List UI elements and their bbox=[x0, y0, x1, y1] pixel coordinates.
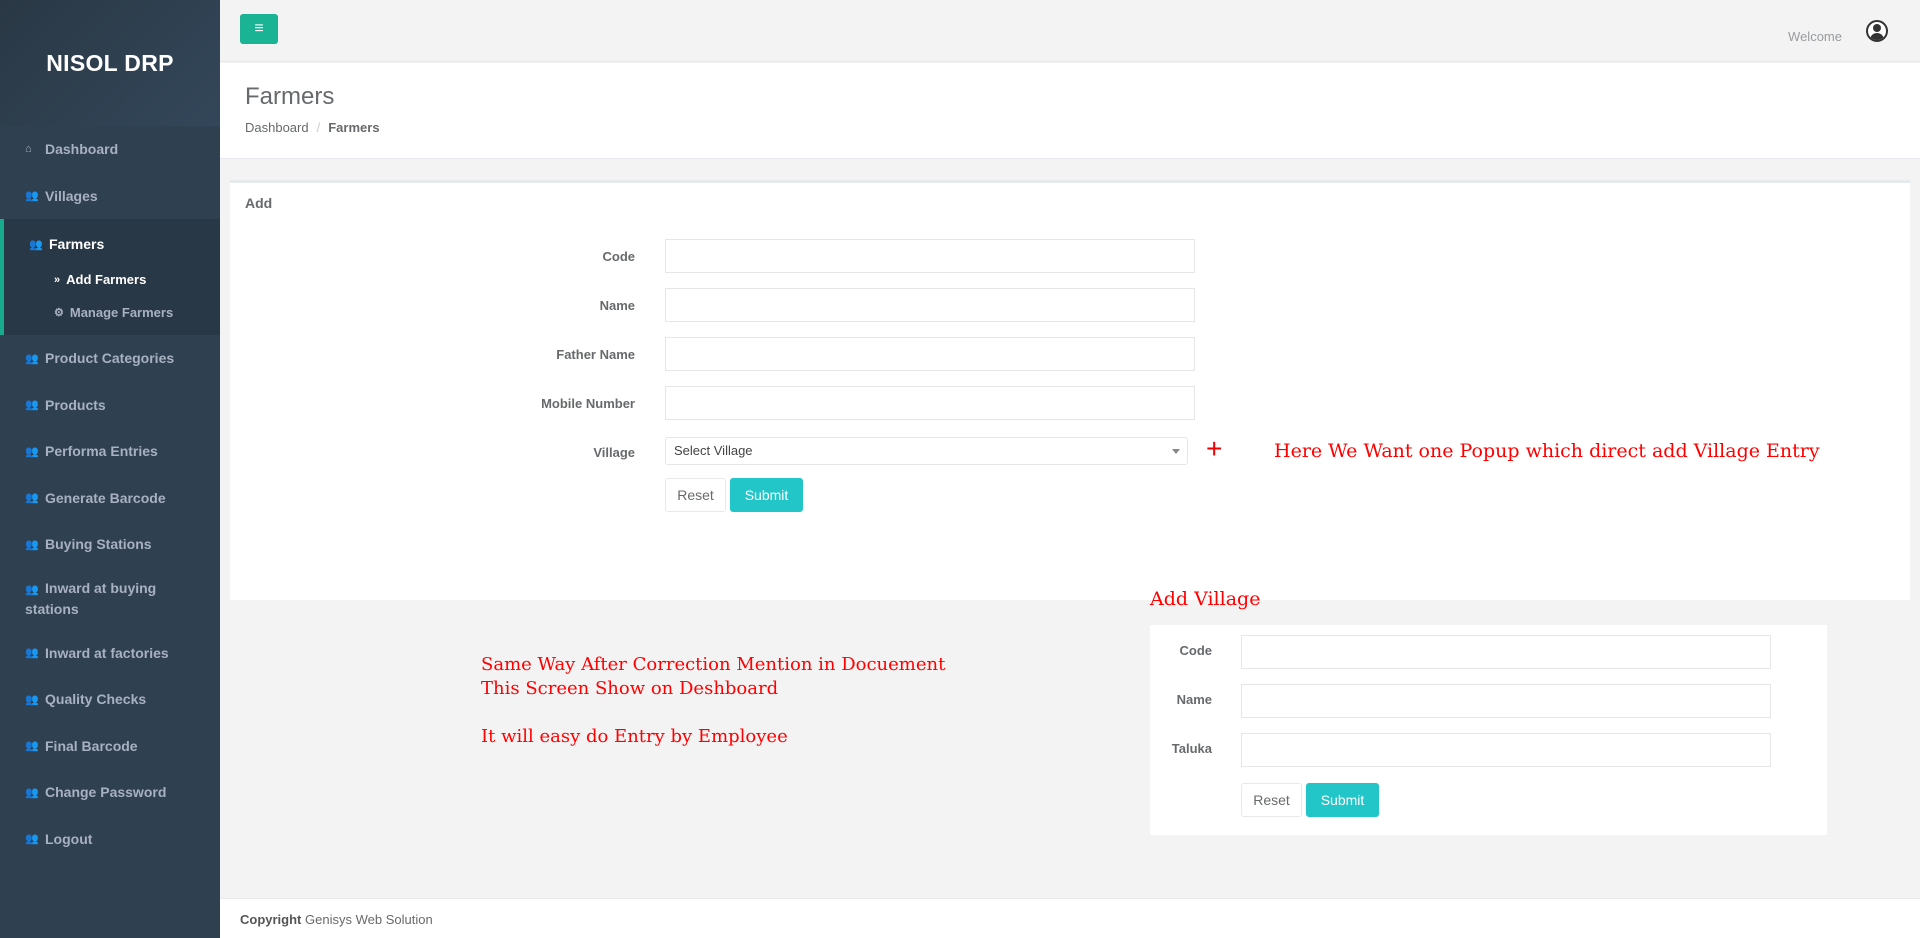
breadcrumb-home-link[interactable]: Dashboard bbox=[245, 120, 309, 135]
mobile-number-input[interactable] bbox=[665, 386, 1195, 420]
add-farmer-panel: Add Code Name Father Name Mobile Number … bbox=[230, 180, 1910, 600]
annotation-line-1: Same Way After Correction Mention in Doc… bbox=[481, 654, 946, 675]
sidebar-nav: ⌂ Dashboard 👥 Villages 👥 Farmers » Add F… bbox=[0, 126, 220, 862]
sidebar-item-buying-stations[interactable]: 👥 Buying Stations bbox=[0, 521, 220, 568]
sidebar-item-label: Dashboard bbox=[45, 141, 119, 158]
sidebar-item-farmers[interactable]: 👥 Farmers bbox=[4, 225, 220, 263]
footer: Copyright Genisys Web Solution bbox=[220, 898, 1920, 938]
mobile-number-label: Mobile Number bbox=[541, 396, 635, 411]
village-select[interactable]: Select Village bbox=[665, 437, 1188, 465]
sidebar-item-label: Final Barcode bbox=[45, 737, 138, 754]
father-name-input[interactable] bbox=[665, 337, 1195, 371]
users-icon: 👥 bbox=[29, 238, 43, 251]
code-input[interactable] bbox=[665, 239, 1195, 273]
user-circle-icon[interactable] bbox=[1866, 20, 1888, 42]
sidebar-item-inward-factories[interactable]: 👥 Inward at factories bbox=[0, 630, 220, 677]
sidebar-subitem-label: Add Farmers bbox=[66, 272, 147, 287]
sidebar-item-villages[interactable]: 👥 Villages bbox=[0, 173, 220, 220]
page-title: Farmers bbox=[245, 83, 335, 110]
submit-button[interactable]: Submit bbox=[730, 478, 803, 512]
father-name-label: Father Name bbox=[556, 347, 635, 362]
popup-request-note: Here We Want one Popup which direct add … bbox=[1274, 440, 1820, 462]
sidebar-item-change-password[interactable]: 👥 Change Password bbox=[0, 769, 220, 816]
panel-title: Add bbox=[245, 195, 273, 211]
sidebar-item-label-with-icon: 👥 Inward at buying stations bbox=[25, 579, 175, 619]
sidebar-item-logout[interactable]: 👥 Logout bbox=[0, 816, 220, 863]
village-code-input[interactable] bbox=[1241, 635, 1771, 669]
sidebar-item-label: Quality Checks bbox=[45, 691, 147, 708]
village-submit-button[interactable]: Submit bbox=[1306, 783, 1379, 817]
breadcrumb: Dashboard / Farmers bbox=[245, 120, 380, 135]
sidebar-item-label: Generate Barcode bbox=[45, 489, 166, 506]
reset-button[interactable]: Reset bbox=[665, 478, 726, 512]
users-icon: 👥 bbox=[25, 190, 39, 203]
copyright-label: Copyright bbox=[240, 912, 302, 927]
sidebar-item-label: Inward at buying stations bbox=[25, 579, 157, 617]
page-heading: Farmers Dashboard / Farmers bbox=[220, 63, 1920, 159]
users-icon: 👥 bbox=[25, 833, 39, 846]
sidebar-item-label: Farmers bbox=[49, 236, 105, 252]
users-icon: 👥 bbox=[25, 693, 39, 706]
sidebar-item-label: Villages bbox=[45, 187, 98, 204]
users-icon: 👥 bbox=[25, 538, 39, 551]
sidebar-item-dashboard[interactable]: ⌂ Dashboard bbox=[0, 126, 220, 173]
sidebar-item-label: Buying Stations bbox=[45, 536, 152, 553]
sidebar-subitem-manage-farmers[interactable]: ⚙ Manage Farmers bbox=[4, 296, 220, 329]
users-icon: 👥 bbox=[25, 740, 39, 753]
add-village-plus-icon[interactable]: + bbox=[1206, 435, 1222, 463]
users-icon: 👥 bbox=[25, 352, 39, 365]
sidebar-item-label: Change Password bbox=[45, 784, 167, 801]
home-icon: ⌂ bbox=[25, 143, 32, 156]
sidebar-item-generate-barcode[interactable]: 👥 Generate Barcode bbox=[0, 475, 220, 522]
sidebar-item-label: Logout bbox=[45, 830, 93, 847]
sidebar-item-label: Product Categories bbox=[45, 350, 175, 367]
annotation-line-3: It will easy do Entry by Employee bbox=[481, 726, 788, 747]
hamburger-icon: ≡ bbox=[254, 20, 264, 37]
chevron-down-icon bbox=[1172, 449, 1180, 454]
sidebar-item-inward-buying-stations[interactable]: 👥 Inward at buying stations bbox=[0, 568, 220, 630]
add-village-title: Add Village bbox=[1150, 588, 1261, 610]
name-input[interactable] bbox=[665, 288, 1195, 322]
sidebar-item-performa-entries[interactable]: 👥 Performa Entries bbox=[0, 428, 220, 475]
annotation-line-2: This Screen Show on Deshboard bbox=[481, 678, 779, 699]
sidebar-item-label: Inward at factories bbox=[45, 644, 169, 661]
sidebar-item-label: Performa Entries bbox=[45, 443, 158, 460]
users-icon: 👥 bbox=[25, 647, 39, 660]
double-chevron-right-icon: » bbox=[54, 273, 61, 286]
village-code-label: Code bbox=[1179, 643, 1213, 658]
name-label: Name bbox=[599, 298, 635, 313]
sidebar-subitem-label: Manage Farmers bbox=[69, 305, 174, 320]
sidebar-item-product-categories[interactable]: 👥 Product Categories bbox=[0, 335, 220, 382]
village-name-input[interactable] bbox=[1241, 684, 1771, 718]
sidebar-item-products[interactable]: 👥 Products bbox=[0, 382, 220, 429]
users-icon: 👥 bbox=[25, 583, 39, 596]
users-icon: 👥 bbox=[25, 445, 39, 458]
code-label: Code bbox=[602, 249, 636, 264]
brand-logo-text: NISOL DRP bbox=[46, 49, 174, 76]
welcome-text: Welcome bbox=[1788, 29, 1842, 44]
gear-icon: ⚙ bbox=[54, 307, 64, 319]
village-reset-button[interactable]: Reset bbox=[1241, 783, 1302, 817]
village-select-value: Select Village bbox=[674, 443, 753, 458]
breadcrumb-separator: / bbox=[316, 120, 321, 135]
village-name-label: Name bbox=[1176, 692, 1212, 707]
village-label: Village bbox=[593, 445, 635, 460]
sidebar-item-final-barcode[interactable]: 👥 Final Barcode bbox=[0, 723, 220, 770]
company-name: Genisys Web Solution bbox=[305, 912, 433, 927]
add-village-panel: Code Name Taluka Reset Submit bbox=[1150, 625, 1827, 835]
sidebar-item-label: Products bbox=[45, 396, 106, 413]
users-icon: 👥 bbox=[25, 786, 39, 799]
sidebar-item-quality-checks[interactable]: 👥 Quality Checks bbox=[0, 676, 220, 723]
top-navbar: ≡ Welcome bbox=[220, 0, 1920, 62]
sidebar-subitem-add-farmers[interactable]: » Add Farmers bbox=[4, 263, 220, 296]
breadcrumb-current: Farmers bbox=[328, 120, 380, 135]
taluka-label: Taluka bbox=[1171, 741, 1212, 756]
brand-header: NISOL DRP bbox=[0, 0, 220, 126]
users-icon: 👥 bbox=[25, 399, 39, 412]
sidebar-group-farmers: 👥 Farmers » Add Farmers ⚙ Manage Farmers bbox=[0, 219, 220, 335]
taluka-input[interactable] bbox=[1241, 733, 1771, 767]
sidebar: NISOL DRP ⌂ Dashboard 👥 Villages 👥 Farme… bbox=[0, 0, 220, 938]
users-icon: 👥 bbox=[25, 492, 39, 505]
menu-toggle-button[interactable]: ≡ bbox=[240, 14, 278, 44]
